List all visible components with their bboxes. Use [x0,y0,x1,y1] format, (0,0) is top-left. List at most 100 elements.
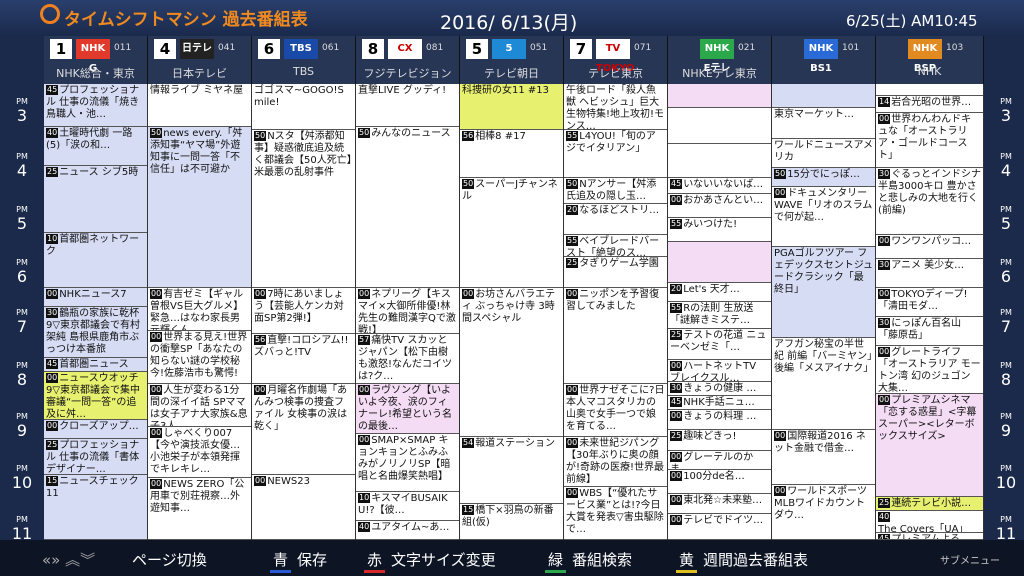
program-cell[interactable]: アフガン秘宝の半世紀 前編「バーミヤン」後編「メスアイナク」 [772,338,875,430]
program-cell[interactable]: ワールドニュースアメリカ [772,139,875,168]
program-cell[interactable]: 55 Rの法則 生放送「謎解きミステ… [668,302,771,329]
program-cell[interactable]: 55 みいつけた! [668,218,771,243]
program-cell[interactable]: 54 報道ステーション [460,436,563,504]
program-cell[interactable]: 25 趣味どきっ! [668,429,771,452]
program-cell[interactable]: 00 NEWS ZERO「公用車で別荘視察…外遊知事… [148,477,251,540]
program-cell[interactable]: 15 ニュースチェック11 [44,475,147,540]
channel-header[interactable]: 1 NHK G 011 NHK総合・東京 [44,36,148,84]
program-cell[interactable] [772,84,875,108]
program-cell[interactable]: 45 プレミアムよる… [876,532,983,540]
program-cell[interactable]: 25 タぎりゲーム学園 [564,256,667,288]
program-cell[interactable]: 25 テストの花道 ニューベンゼミ「… [668,328,771,360]
program-cell[interactable]: 56 直撃!コロシアム!!ズバっと!TV [252,333,355,384]
program-cell[interactable]: 40 土曜時代劇 一路(5)「涙の和… [44,127,147,166]
program-cell[interactable]: 15 橋下×羽鳥の新番組(仮) [460,504,563,540]
program-cell[interactable]: 00 NEWS23 [252,475,355,540]
program-cell[interactable]: 50 Nアンサー【舛添氏追及の隠し玉… [564,177,667,204]
program-cell[interactable]: 科捜研の女11 #13 [460,84,563,130]
program-cell[interactable]: 30 きょうの健康 … [668,381,771,396]
program-cell[interactable]: 10 首都圏ネットワーク [44,232,147,288]
channel-header[interactable]: 4 日テレ 041 日本テレビ [148,36,252,84]
program-cell[interactable]: 00 きょうの料理 … [668,410,771,430]
program-cell[interactable]: 30 鶴瓶の家族に乾杯 9▽東京都議会で有村架純 島根県鹿角市ぶっつけ本番旅 [44,307,147,358]
program-cell[interactable]: 00 テレビでドイツ… [668,513,771,540]
program-cell[interactable]: 00 国際報道2016 ネット金融で借金… [772,429,875,485]
program-cell[interactable]: 57 痛快TV スカッとジャパン【松下由樹も激怒!なんだコイツは?ク… [356,333,459,384]
program-cell[interactable]: 00 TOKYOディープ!「清田モダ… [876,288,983,317]
program-cell[interactable]: 00 世界わんわんドキュな「オーストラリア・ゴールドコースト」 [876,112,983,168]
program-cell[interactable]: 50 Nスタ【舛添都知事】疑惑徹底追及続く都議会【50人死亡】米最悪の乱射事件 [252,129,355,288]
program-cell[interactable]: 00 100分de名… [668,470,771,495]
channel-header[interactable]: NHK BS1 101 [772,36,876,84]
program-cell[interactable]: 00 有吉ゼミ【ギャル曽根VS巨大グルメ】緊急…はなわ家長男元輝くん… [148,288,251,332]
program-cell[interactable]: 00 世界ナゼそこに?日本人マコスタリカの山奥で女手一つで娘を育てる… [564,384,667,437]
program-cell[interactable]: 56 相棒8 #17 [460,129,563,178]
program-cell[interactable]: 20 Let's 天才… [668,283,771,303]
program-cell[interactable]: 50 15分でにっぽ… [772,168,875,188]
program-cell[interactable]: 東京マーケット… [772,108,875,140]
program-cell[interactable]: 00 お坊さんバラエティ ぶっちゃけ寺 3時間スペシャル [460,288,563,437]
program-cell[interactable]: ゴゴスマ~GOGO!Smile! [252,84,355,130]
program-cell[interactable]: 00 SMAP×SMAP キョンキョンとふみふみがノリノリSP【暗唱と名曲爆笑熱唱… [356,434,459,492]
program-cell[interactable]: 50 みんなのニュース [356,127,459,288]
program-cell[interactable]: 55 L4YOU!「旬のアジでイタリアン」 [564,129,667,178]
channel-header[interactable]: NHK BSP 103 NHK [876,36,984,84]
program-cell[interactable]: 30 ぐるっとインドシナ半島3000キロ 豊かさと悲しみの大地を行く(前編) [876,168,983,236]
channel-header[interactable]: 6 TBS 061 TBS [252,36,356,84]
program-cell[interactable]: 45 いないいないば… [668,177,771,195]
program-cell[interactable]: 00 クローズアップ… [44,420,147,440]
program-cell[interactable]: 00 WBS【“優れたサービス業”とは!?今日大賞を発表▽害虫駆除で… [564,487,667,540]
submenu-hint[interactable]: サブメニュー [940,552,1000,567]
program-cell[interactable]: 情報ライブ ミヤネ屋 [148,84,251,128]
program-cell[interactable]: 45 首都圏ニュース [44,357,147,372]
program-cell[interactable] [668,84,771,108]
program-cell[interactable]: 00 7時にあいましょう【芸能人ケンカ対面SP第2弾!】 [252,288,355,334]
program-cell[interactable]: 30 にっぽん百名山「藤原岳」 [876,316,983,346]
program-cell[interactable]: 50 news every.「舛添知事“ヤマ場”外遊知事に一問一答「不信任」は不可… [148,127,251,288]
program-cell[interactable]: 25 プロフェッショナル 仕事の流儀「書体デザイナー… [44,439,147,476]
program-cell[interactable]: 00 ワールドスポーツMLBワイドカウントダウ… [772,484,875,540]
program-cell[interactable]: 00 ネプリーグ【キスマイ×大御所俳優!林先生の難問漢字Qで激戦!】 [356,288,459,334]
blue-button-save[interactable]: 青保存 [270,549,327,573]
program-cell[interactable]: 10 キスマイBUSAIKU!?【彼… [356,492,459,521]
program-cell[interactable]: 00 プレミアムシネマ「恋する惑星」<字幕スーパー><レターボックスサイズ> [876,393,983,497]
program-cell[interactable]: 40The Covers「UA」 [876,511,983,533]
program-cell[interactable]: 直撃LIVE グッディ! [356,84,459,128]
program-cell[interactable]: 00 ワンワンパッコ… [876,235,983,260]
program-cell[interactable]: 00 ハートネットTV ブレイクスル… [668,360,771,382]
program-cell[interactable]: 00 ラヴソング【いよいよ今夜、涙のフィナーレ!希望という名の最後… [356,384,459,435]
program-cell[interactable]: 45 NHK手話ニュ… [668,396,771,411]
program-cell[interactable]: 14 岩合光昭の世界… [876,96,983,113]
yellow-button-weekly[interactable]: 黄週間過去番組表 [676,549,808,573]
program-cell[interactable]: 50 スーパーJチャンネル [460,177,563,288]
program-cell[interactable]: 00 月曜名作劇場「あんみつ検事の捜査ファイル 女検事の涙は乾く」 [252,384,355,476]
program-cell[interactable]: 40 ユアタイム~あ… [356,520,459,540]
program-cell[interactable]: 00 グレーテルのかま… [668,451,771,471]
program-cell[interactable]: 45 プロフェッショナル 仕事の流儀「焼き鳥職人・池… [44,84,147,128]
channel-header[interactable]: 7 TV TOKYO 071 テレビ東京 [564,36,668,84]
program-cell[interactable]: 00 世界まる見え!世界の衝撃SP「あなたの知らない謎の学校秘今!佐藤浩市も驚愕! [148,331,251,384]
channel-header[interactable]: NHK Eテレ 021 NHKEテレ東京 [668,36,772,84]
program-cell[interactable]: PGAゴルフツアー フェデックスセントジュードクラシック「最終日」 [772,247,875,339]
program-cell[interactable]: 30 アニメ 美少女… [876,259,983,288]
program-cell[interactable]: 00 人生が変わる1分間の深イイ話 SPママは女子アナ大家族&息子3人… [148,384,251,428]
program-cell[interactable]: 55 ベイブレードバースト「絶望のス… [564,235,667,257]
program-cell[interactable] [668,108,771,144]
program-cell[interactable]: 00 NHKニュース7 [44,288,147,308]
program-cell[interactable]: 25 連続テレビ小説… [876,496,983,512]
red-button-text-size[interactable]: 赤文字サイズ変更 [364,549,496,573]
channel-header[interactable]: 5 5 051 テレビ朝日 [460,36,564,84]
program-cell[interactable]: 00 しゃべくり007【今や演技派女優…小池栄子が本領発揮でキレキレ… [148,427,251,478]
page-switch-label[interactable]: ページ切換 [132,549,207,570]
program-cell[interactable]: 25 ニュース シブ5時 [44,165,147,233]
program-cell[interactable]: 00 ニッポンを予習復習してみました [564,288,667,384]
program-cell[interactable]: 00 ドキュメンタリーWAVE「リオのスラムで何が起… [772,187,875,248]
program-cell[interactable]: 20 なるほどストリ… [564,204,667,236]
program-cell[interactable] [668,242,771,284]
program-cell[interactable]: 00 おかあさんとい… [668,194,771,219]
page-arrows-icon[interactable]: «» ︽︾ [42,549,95,570]
program-cell[interactable]: 午後ロード「殺人魚獣 ヘビッシュ」巨大生物特集!地上攻初!モンス… [564,84,667,130]
program-cell[interactable]: 00 東北発☆未来塾… [668,494,771,514]
program-cell[interactable]: 00 グレートライフ「オーストラリア モートン湾 幻のジュゴン 大集… [876,345,983,394]
program-cell[interactable] [668,144,771,178]
